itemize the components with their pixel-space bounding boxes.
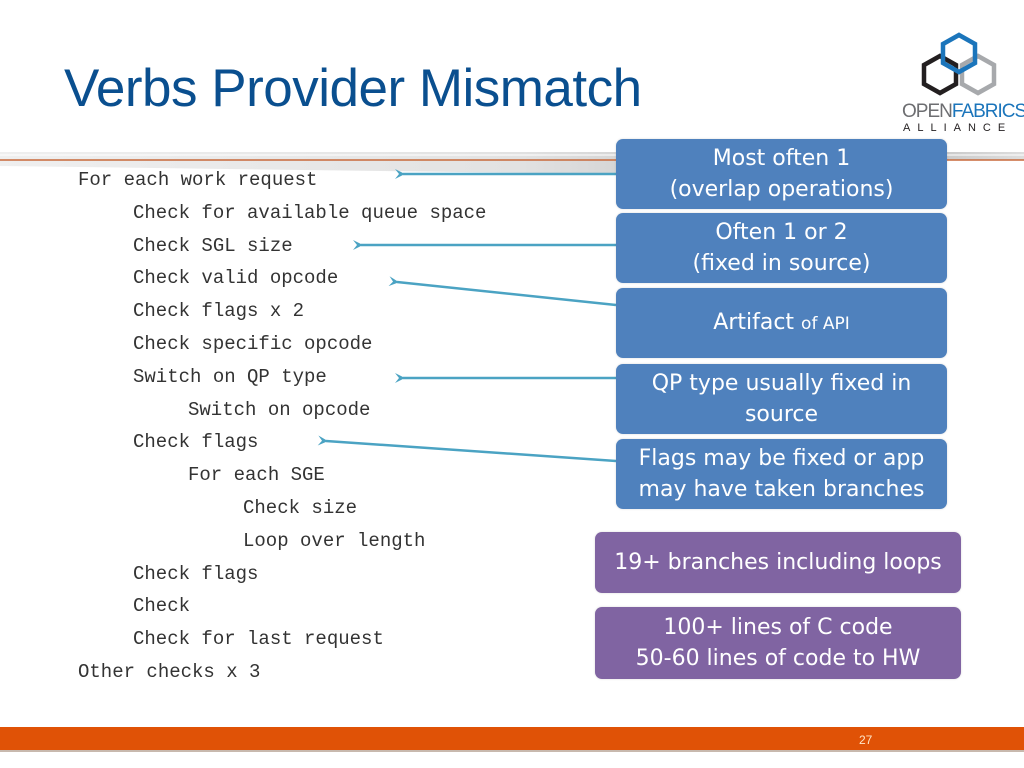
code-line: Check flags bbox=[133, 431, 259, 454]
code-line: For each work request bbox=[78, 169, 318, 191]
callout-qp-type: QP type usually fixed in source bbox=[616, 364, 947, 434]
code-line: Switch on opcode bbox=[188, 398, 371, 421]
pseudocode-block: For each work request Check for availabl… bbox=[78, 166, 486, 691]
logo-brand-text: OPENFABRICS bbox=[902, 101, 1024, 123]
page-number: 27 bbox=[859, 733, 873, 747]
code-line: Check specific opcode bbox=[133, 332, 373, 355]
code-line: For each SGE bbox=[188, 464, 325, 487]
code-line: Check bbox=[133, 595, 191, 618]
logo-alliance-text: ALLIANCE bbox=[903, 122, 1013, 134]
code-line: Check SGL size bbox=[133, 234, 293, 257]
code-line: Check for last request bbox=[133, 628, 384, 651]
code-line: Switch on QP type bbox=[133, 365, 327, 388]
code-line: Check flags bbox=[133, 562, 259, 585]
callout-artifact-of-api: Artifact of API bbox=[616, 288, 947, 358]
logo-brand-open: OPEN bbox=[902, 101, 953, 122]
summary-lines-of-code: 100+ lines of C code 50-60 lines of code … bbox=[595, 607, 961, 679]
code-line: Check flags x 2 bbox=[133, 300, 305, 323]
summary-branches: 19+ branches including loops bbox=[595, 532, 961, 593]
code-line: Check valid opcode bbox=[133, 267, 339, 290]
callout-flags-branches: Flags may be fixed or app may have taken … bbox=[616, 439, 947, 509]
slide-title: Verbs Provider Mismatch bbox=[64, 59, 642, 118]
callout-fixed-in-source: Often 1 or 2 (fixed in source) bbox=[616, 213, 947, 283]
logo-brand-fabrics: FABRICS bbox=[951, 101, 1024, 122]
code-line: Check size bbox=[243, 496, 358, 519]
code-line: Loop over length bbox=[243, 529, 426, 552]
callout-overlap-operations: Most often 1 (overlap operations) bbox=[616, 139, 947, 209]
code-line: Check for available queue space bbox=[133, 201, 487, 224]
code-line: Other checks x 3 bbox=[78, 660, 261, 683]
